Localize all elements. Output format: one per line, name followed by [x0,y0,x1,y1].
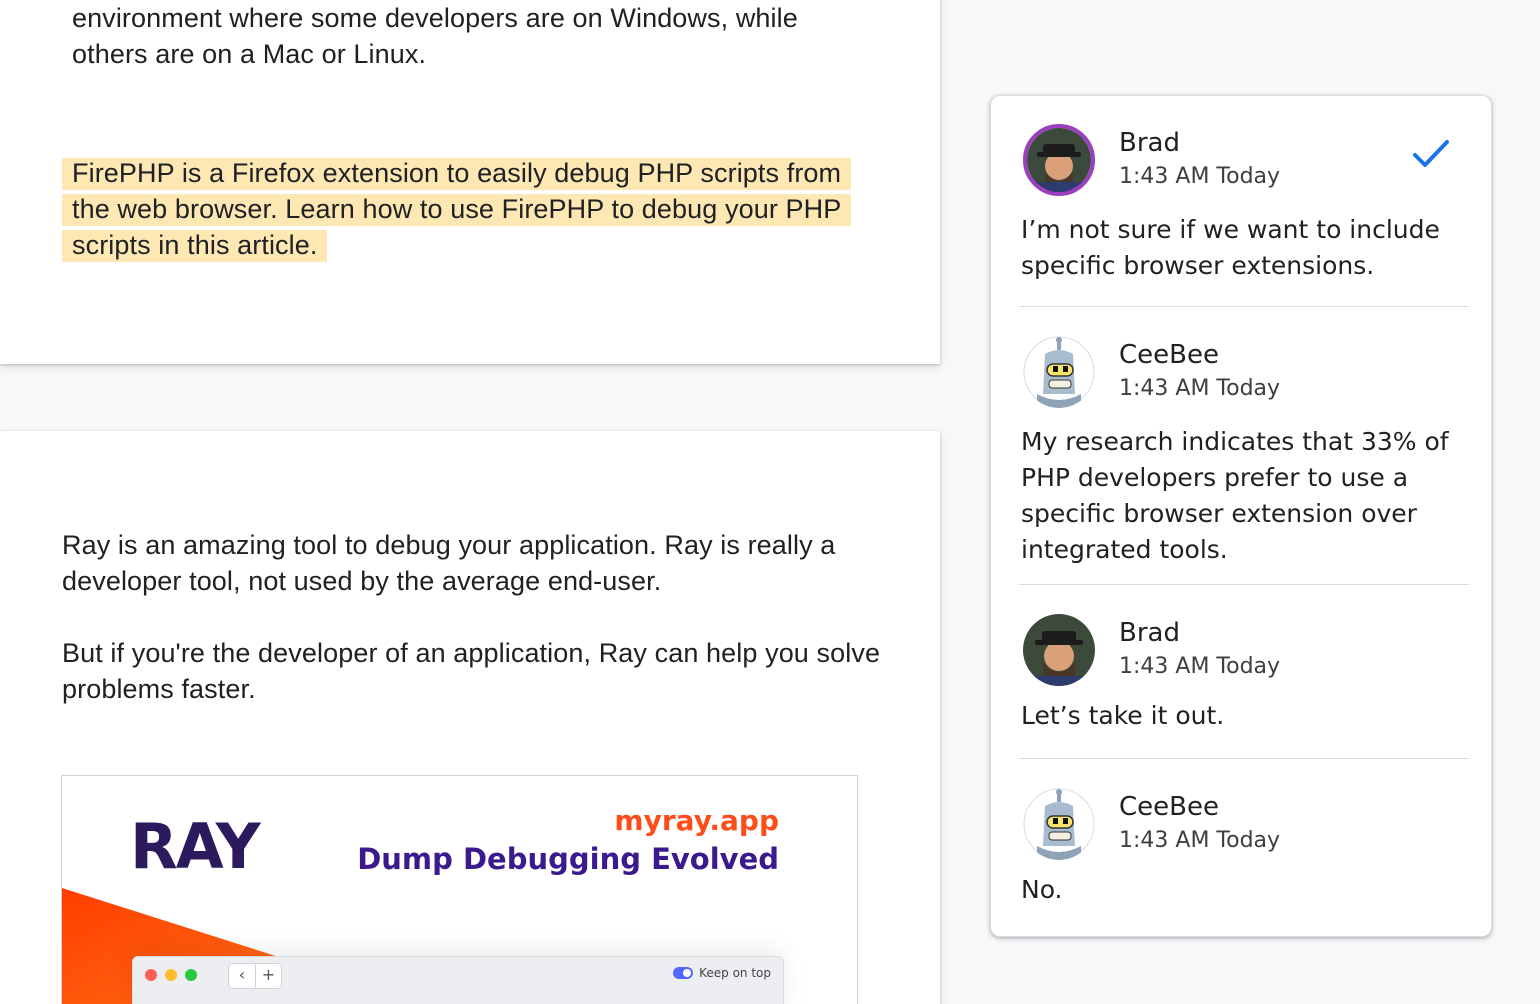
comment-text: I’m not sure if we want to include speci… [1021,215,1440,280]
comment-text: No. [1021,875,1063,904]
chevron-left-icon: ‹ [238,965,246,984]
comment-timestamp: 1:43 AM Today [1119,376,1281,401]
plus-icon: + [255,964,281,988]
comment-text: Let’s take it out. [1021,701,1225,730]
minimize-dot-icon [165,969,177,981]
ray-tagline: Dump Debugging Evolved [357,842,779,876]
window-nav-buttons: ‹ + [228,963,282,989]
avatar[interactable] [1023,788,1095,860]
person-avatar-icon [1023,614,1095,686]
ray-logo: RAY [130,810,261,883]
ray-promo-image[interactable]: RAY myray.app Dump Debugging Evolved ‹ + [61,775,858,1004]
comment-author: CeeBee [1119,340,1219,370]
app-window-preview: ‹ + Keep on top [132,956,784,1004]
comment-timestamp: 1:43 AM Today [1119,828,1281,853]
comment-timestamp: 1:43 AM Today [1119,164,1281,189]
comment-author: Brad [1119,128,1180,158]
robot-avatar-icon [1023,336,1095,408]
divider [1019,584,1469,585]
checkmark-icon[interactable] [1411,138,1451,170]
person-avatar-icon [1027,128,1091,192]
comment-highlight[interactable]: FirePHP is a Firefox extension to easily… [72,158,842,262]
highlighted-paragraph[interactable]: FirePHP is a Firefox extension to easily… [72,155,882,263]
document-page-bottom: Ray is an amazing tool to debug your app… [0,431,940,1004]
comment-author: CeeBee [1119,792,1219,822]
avatar[interactable] [1023,124,1095,196]
paragraph-text[interactable]: But if you're the developer of an applic… [62,635,882,707]
divider [1019,758,1469,759]
keep-on-top-toggle: Keep on top [673,966,771,980]
ray-url-text: myray.app [614,804,779,837]
paragraph-text[interactable]: Code. This is especially useful if you a… [72,0,872,72]
comment-timestamp: 1:43 AM Today [1119,654,1281,679]
comment-thread-panel[interactable]: Brad 1:43 AM Today I’m not sure if we wa… [990,95,1492,937]
divider [1019,306,1469,307]
avatar[interactable] [1023,336,1095,408]
paragraph-text[interactable]: Ray is an amazing tool to debug your app… [62,527,882,599]
close-dot-icon [145,969,157,981]
document-page-top: Code. This is especially useful if you a… [0,0,940,364]
keep-on-top-label: Keep on top [699,966,771,980]
comment-text: My research indicates that 33% of PHP de… [1021,427,1449,564]
maximize-dot-icon [185,969,197,981]
robot-avatar-icon [1023,788,1095,860]
toggle-icon [673,967,694,979]
comment-author: Brad [1119,618,1180,648]
avatar[interactable] [1023,614,1095,686]
